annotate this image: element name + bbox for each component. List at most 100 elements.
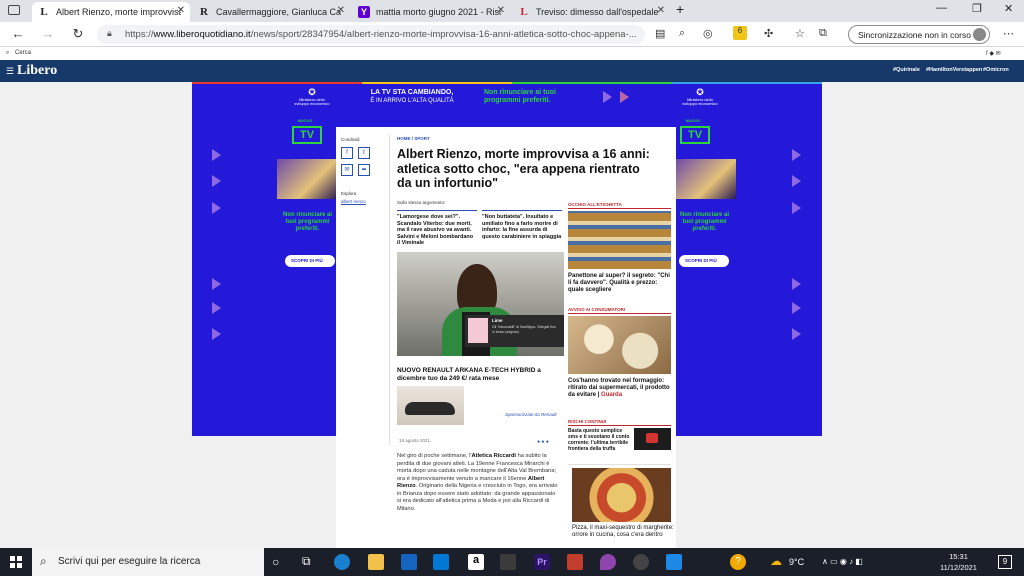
store-icon[interactable] (433, 554, 449, 570)
close-tab-icon[interactable]: ✕ (177, 5, 185, 16)
close-tab-icon[interactable]: ✕ (657, 5, 665, 16)
yahoo-favicon-icon: Y (358, 6, 370, 18)
tv-illustration (676, 159, 736, 199)
ministry-logo: ✪ Ministero dello sviluppo economico (682, 87, 718, 107)
related-label: Sullo stesso argomento: (397, 200, 446, 205)
taskbar-search[interactable]: ⌕ Scrivi qui per eseguire la ricerca (32, 548, 264, 576)
maximize-button[interactable]: ❐ (972, 2, 982, 15)
pizza-image[interactable] (572, 468, 671, 522)
related-article-link[interactable]: "Lamorgese dove sei?". Scandalo Viterbo:… (397, 210, 477, 247)
tab-cavallermaggiore[interactable]: R Cavallermaggiore, Gianluca Casa ✕ (192, 2, 350, 22)
tag-link[interactable]: albert rienzo (341, 199, 366, 204)
edge-icon[interactable] (334, 554, 350, 570)
social-icons[interactable]: f ◆ ✉ (986, 50, 1001, 57)
reload-button[interactable]: ↻ (70, 26, 86, 42)
ad-headline: LA TV STA CAMBIANDO, (370, 89, 454, 96)
cortana-icon[interactable]: ○ (272, 555, 279, 569)
close-tab-icon[interactable]: ✕ (497, 5, 505, 16)
close-window-button[interactable]: ✕ (1004, 2, 1013, 15)
tab-treviso[interactable]: L Treviso: dimesso dall'ospedale d ✕ (512, 2, 670, 22)
share-dots-icon[interactable]: ● ● ● (537, 439, 549, 445)
clock[interactable]: 15:31 11/12/2021 (940, 551, 977, 573)
drop-icon[interactable] (600, 554, 616, 570)
tv-logo: TV (292, 126, 322, 144)
sync-label: Sincronizzazione non in corso (858, 30, 971, 40)
url-domain: www.liberoquotidiano.it (153, 29, 251, 40)
tv-top-label: NUOVO (297, 118, 313, 123)
address-bar[interactable]: 🔒︎ https://www.liberoquotidiano.it/news/… (97, 25, 645, 44)
search-icon: ⌕ (40, 554, 47, 568)
promo-car-image[interactable] (397, 386, 464, 425)
article-page: Condividi f t ✉ ➦ Esplora albert rienzo … (336, 127, 676, 548)
mail-icon[interactable] (401, 554, 417, 570)
email-share-icon[interactable]: ✉ (341, 164, 353, 176)
tray-icons[interactable]: ∧ ▭ ◉ ♪ ◧ (822, 557, 863, 566)
tab-actions-icon[interactable] (8, 5, 20, 15)
sidebar-article-link[interactable]: Basta questo semplice sms e ti svuotano … (568, 428, 630, 452)
watch-link[interactable]: Guarda (601, 392, 622, 398)
lock-icon[interactable]: 🔒︎ (107, 28, 112, 39)
cheese-image[interactable] (568, 316, 671, 374)
windows-start-icon[interactable] (10, 556, 22, 568)
close-tab-icon[interactable]: ✕ (337, 5, 345, 16)
hamburger-menu-icon[interactable]: ☰ (6, 66, 14, 77)
minimize-button[interactable]: — (936, 2, 947, 14)
file-explorer-icon[interactable] (368, 554, 384, 570)
amazon-icon[interactable]: a (468, 554, 484, 570)
cta-button[interactable]: SCOPRI DI PIÙ (285, 255, 335, 267)
forward-share-icon[interactable]: ➦ (358, 164, 370, 176)
extensions-icon[interactable]: ✣ (764, 27, 773, 40)
search-icon[interactable]: ⌕ (6, 50, 9, 57)
hashtag-link[interactable]: #HamiltonVerstappen (926, 67, 982, 73)
forward-button[interactable]: → (40, 26, 56, 41)
help-icon[interactable]: ? (730, 554, 746, 570)
weather-icon[interactable]: ☁ (770, 554, 782, 568)
sms-thumbnail[interactable] (634, 428, 671, 450)
profile-sync-button[interactable]: Sincronizzazione non in corso (848, 25, 990, 44)
sidebar-article-link[interactable]: Panettone al super? il segreto: "Chi li … (568, 273, 671, 294)
extension-badge-icon[interactable]: 6 (733, 26, 747, 40)
r-favicon-icon: R (200, 6, 208, 18)
media-icon[interactable] (633, 554, 649, 570)
video-overlay[interactable]: Lime Gli "Intoccabili" di Sanfilippo. Sb… (465, 315, 564, 347)
sidebar-article-link[interactable]: Pizza, il maxi-sequestro di margherite: … (572, 525, 675, 539)
photos-icon[interactable] (666, 554, 682, 570)
panettone-image[interactable] (568, 211, 671, 269)
hashtag-link[interactable]: #Quirinale (893, 67, 920, 73)
temperature[interactable]: 9°C (789, 557, 804, 567)
collections-icon[interactable]: ⧉ (819, 27, 827, 40)
article-title: Albert Rienzo, morte improvvisa a 16 ann… (397, 147, 650, 190)
back-button[interactable]: ← (10, 26, 26, 41)
premiere-icon[interactable]: Pr (534, 554, 550, 570)
url-path: /news/sport/28347954/albert-rienzo-morte… (250, 29, 637, 40)
zoom-icon[interactable]: ⌕ (679, 27, 685, 40)
site-mini-bar: ⌕ Cerca f ◆ ✉ (0, 47, 1024, 60)
tab-albert-rienzo[interactable]: L Albert Rienzo, morte improvvisa ✕ (32, 2, 190, 22)
facebook-share-icon[interactable]: f (341, 147, 353, 159)
task-view-icon[interactable]: ⧉ (302, 554, 311, 569)
app-icon[interactable] (500, 554, 516, 570)
twitter-share-icon[interactable]: t (358, 147, 370, 159)
libero-logo[interactable]: Libero (17, 63, 57, 79)
cta-button[interactable]: SCOPRI DI PIÙ (679, 255, 729, 267)
office-icon[interactable] (567, 554, 583, 570)
avatar (973, 28, 986, 41)
more-menu-icon[interactable]: ⋯ (1003, 27, 1014, 40)
hashtag-link[interactable]: #Omicron (983, 67, 1009, 73)
breadcrumb[interactable]: HOME / SPORT (397, 136, 430, 141)
ministry-text: Ministero dello sviluppo economico (294, 96, 330, 107)
site-search-label[interactable]: Cerca (15, 50, 31, 56)
tracking-prevention-icon[interactable]: ◎ (703, 27, 713, 40)
tab-mattia-search[interactable]: Y mattia morto giugno 2021 - Risu ✕ (352, 2, 510, 22)
tab-title: Albert Rienzo, morte improvvisa (56, 7, 181, 17)
promo-title[interactable]: NUOVO RENAULT ARKANA E-TECH HYBRID a dic… (397, 367, 562, 383)
tv-illustration (277, 159, 337, 199)
new-tab-button[interactable]: + (676, 1, 684, 17)
tab-title: Cavallermaggiore, Gianluca Casa (216, 7, 341, 17)
related-article-link[interactable]: "Non buttateta". Insultato e umiliato fi… (482, 210, 562, 240)
reader-view-icon[interactable]: ▤ (655, 27, 665, 40)
sponsor-label[interactable]: Sponsorizzato da Renault (505, 412, 557, 417)
notification-center-icon[interactable]: 9 (998, 555, 1012, 569)
favorites-icon[interactable]: ☆ (795, 27, 805, 40)
libero-favicon-icon: L (40, 6, 48, 18)
